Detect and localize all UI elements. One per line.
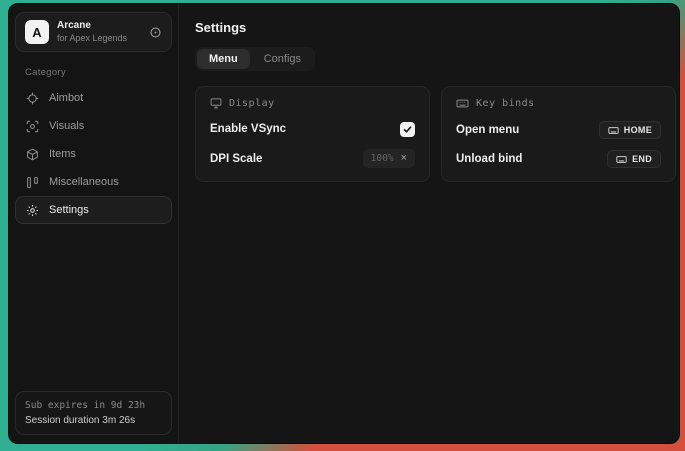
sidebar-nav: Aimbot Visuals Items bbox=[15, 84, 172, 224]
main-panel: Settings Menu Configs Display Enable VSy… bbox=[179, 4, 680, 443]
unload-bind-key: END bbox=[632, 154, 652, 164]
open-menu-label: Open menu bbox=[456, 124, 519, 136]
target-circle-icon[interactable] bbox=[149, 26, 162, 39]
open-menu-row: Open menu HOME bbox=[456, 121, 661, 139]
keybinds-card-title: Key binds bbox=[476, 98, 535, 109]
sidebar-item-settings[interactable]: Settings bbox=[15, 196, 172, 224]
tab-bar: Menu Configs bbox=[195, 47, 315, 71]
display-card: Display Enable VSync DPI Scale 100% × bbox=[195, 86, 430, 182]
keybinds-card-header: Key binds bbox=[456, 97, 661, 110]
open-menu-key: HOME bbox=[624, 125, 652, 135]
sub-expires-text: Sub expires in 9d 23h bbox=[25, 400, 162, 411]
crosshair-icon bbox=[26, 92, 39, 105]
page-title: Settings bbox=[195, 20, 676, 35]
check-icon bbox=[403, 125, 412, 134]
sidebar-item-label: Visuals bbox=[49, 120, 84, 132]
monitor-icon bbox=[210, 97, 222, 109]
display-card-title: Display bbox=[229, 98, 275, 109]
open-menu-keybind-button[interactable]: HOME bbox=[599, 121, 661, 139]
clear-icon[interactable]: × bbox=[401, 153, 407, 164]
columns-icon bbox=[26, 176, 39, 189]
dpi-scale-row: DPI Scale 100% × bbox=[210, 149, 415, 168]
category-label: Category bbox=[25, 67, 172, 78]
sidebar-item-miscellaneous[interactable]: Miscellaneous bbox=[15, 168, 172, 196]
sidebar-item-label: Items bbox=[49, 148, 76, 160]
sidebar-item-items[interactable]: Items bbox=[15, 140, 172, 168]
settings-cards: Display Enable VSync DPI Scale 100% × bbox=[195, 86, 676, 182]
app-window: A Arcane for Apex Legends Category Aimbo… bbox=[8, 3, 680, 444]
vsync-row: Enable VSync bbox=[210, 120, 415, 138]
sidebar-item-aimbot[interactable]: Aimbot bbox=[15, 84, 172, 112]
sidebar-item-visuals[interactable]: Visuals bbox=[15, 112, 172, 140]
tab-menu[interactable]: Menu bbox=[197, 49, 250, 69]
keyboard-icon bbox=[608, 125, 619, 136]
subscription-info-card: Sub expires in 9d 23h Session duration 3… bbox=[15, 391, 172, 435]
unload-bind-keybind-button[interactable]: END bbox=[607, 150, 661, 168]
dpi-scale-label: DPI Scale bbox=[210, 153, 262, 165]
session-duration-text: Session duration 3m 26s bbox=[25, 415, 162, 426]
brand-text: Arcane for Apex Legends bbox=[57, 20, 141, 44]
dpi-scale-input[interactable]: 100% × bbox=[363, 149, 415, 168]
sidebar: A Arcane for Apex Legends Category Aimbo… bbox=[9, 4, 179, 443]
vsync-label: Enable VSync bbox=[210, 123, 286, 135]
package-icon bbox=[26, 148, 39, 161]
brand-title: Arcane bbox=[57, 20, 141, 33]
unload-bind-row: Unload bind END bbox=[456, 150, 661, 168]
keyboard-icon bbox=[456, 97, 469, 110]
sidebar-item-label: Aimbot bbox=[49, 92, 83, 104]
keyboard-icon bbox=[616, 154, 627, 165]
display-card-header: Display bbox=[210, 97, 415, 109]
vsync-checkbox[interactable] bbox=[400, 122, 415, 137]
brand-card[interactable]: A Arcane for Apex Legends bbox=[15, 12, 172, 52]
keybinds-card: Key binds Open menu HOME Unload bind bbox=[441, 86, 676, 182]
dpi-scale-value: 100% bbox=[371, 153, 394, 164]
brand-logo: A bbox=[25, 20, 49, 44]
brand-subtitle: for Apex Legends bbox=[57, 33, 141, 44]
unload-bind-label: Unload bind bbox=[456, 153, 522, 165]
eye-scan-icon bbox=[26, 120, 39, 133]
tab-configs[interactable]: Configs bbox=[252, 49, 313, 69]
gear-icon bbox=[26, 204, 39, 217]
sidebar-item-label: Settings bbox=[49, 204, 89, 216]
sidebar-item-label: Miscellaneous bbox=[49, 176, 119, 188]
sidebar-spacer bbox=[15, 224, 172, 391]
